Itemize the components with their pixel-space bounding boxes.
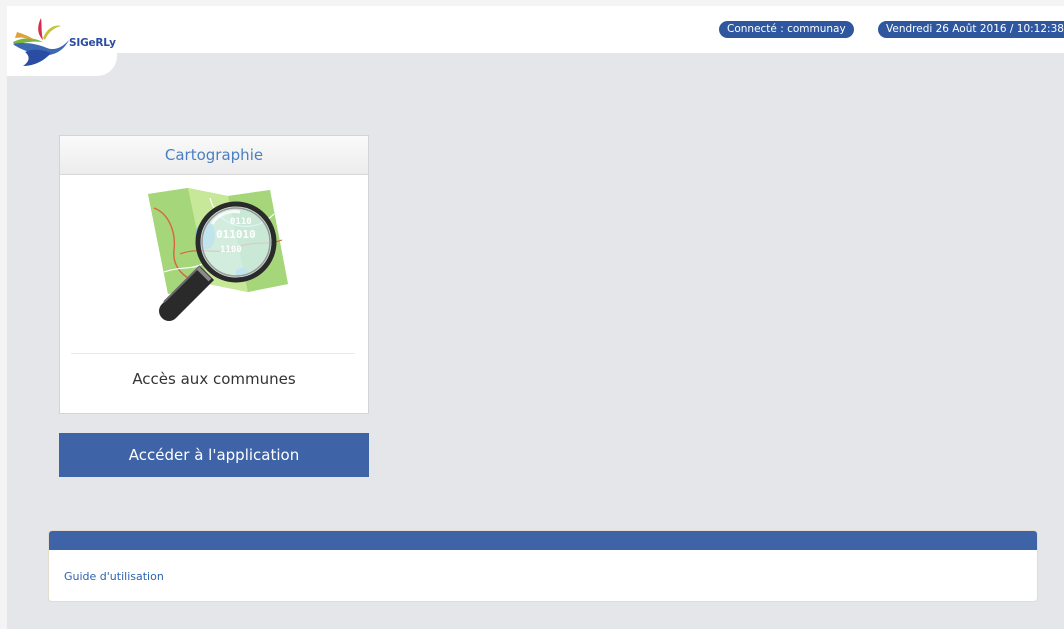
top-bar: Connecté : communay Vendredi 26 Août 201… — [7, 6, 1064, 53]
app-card-cartographie: Cartographie 0110 011010 1100 Accès aux … — [59, 135, 369, 477]
lens-digits-2: 011010 — [216, 228, 256, 241]
page-frame: Connecté : communay Vendredi 26 Août 201… — [7, 6, 1064, 629]
user-guide-link[interactable]: Guide d'utilisation — [64, 570, 164, 583]
magnifier-over-map-icon: 0110 011010 1100 — [148, 188, 288, 321]
app-card-divider — [71, 353, 355, 354]
docs-panel: Guide d'utilisation — [48, 530, 1038, 602]
app-card-header: Cartographie — [60, 136, 368, 175]
sigerly-logo[interactable]: SIGeRLy — [11, 14, 116, 70]
lens-digits-3: 1100 — [220, 245, 242, 255]
logo-text: SIGeRLy — [69, 37, 116, 49]
app-card-title: Cartographie — [164, 146, 264, 164]
app-card-description: Accès aux communes — [132, 370, 296, 388]
app-card-box: Cartographie 0110 011010 1100 Accès aux … — [59, 135, 369, 414]
datetime-badge: Vendredi 26 Août 2016 / 10:12:38 — [878, 21, 1064, 38]
logo-tab: SIGeRLy — [7, 6, 117, 76]
lens-digits-1: 0110 — [230, 217, 252, 227]
connected-user-badge: Connecté : communay — [719, 21, 854, 38]
docs-panel-header — [49, 531, 1037, 550]
launch-application-button[interactable]: Accéder à l'application — [59, 433, 369, 477]
